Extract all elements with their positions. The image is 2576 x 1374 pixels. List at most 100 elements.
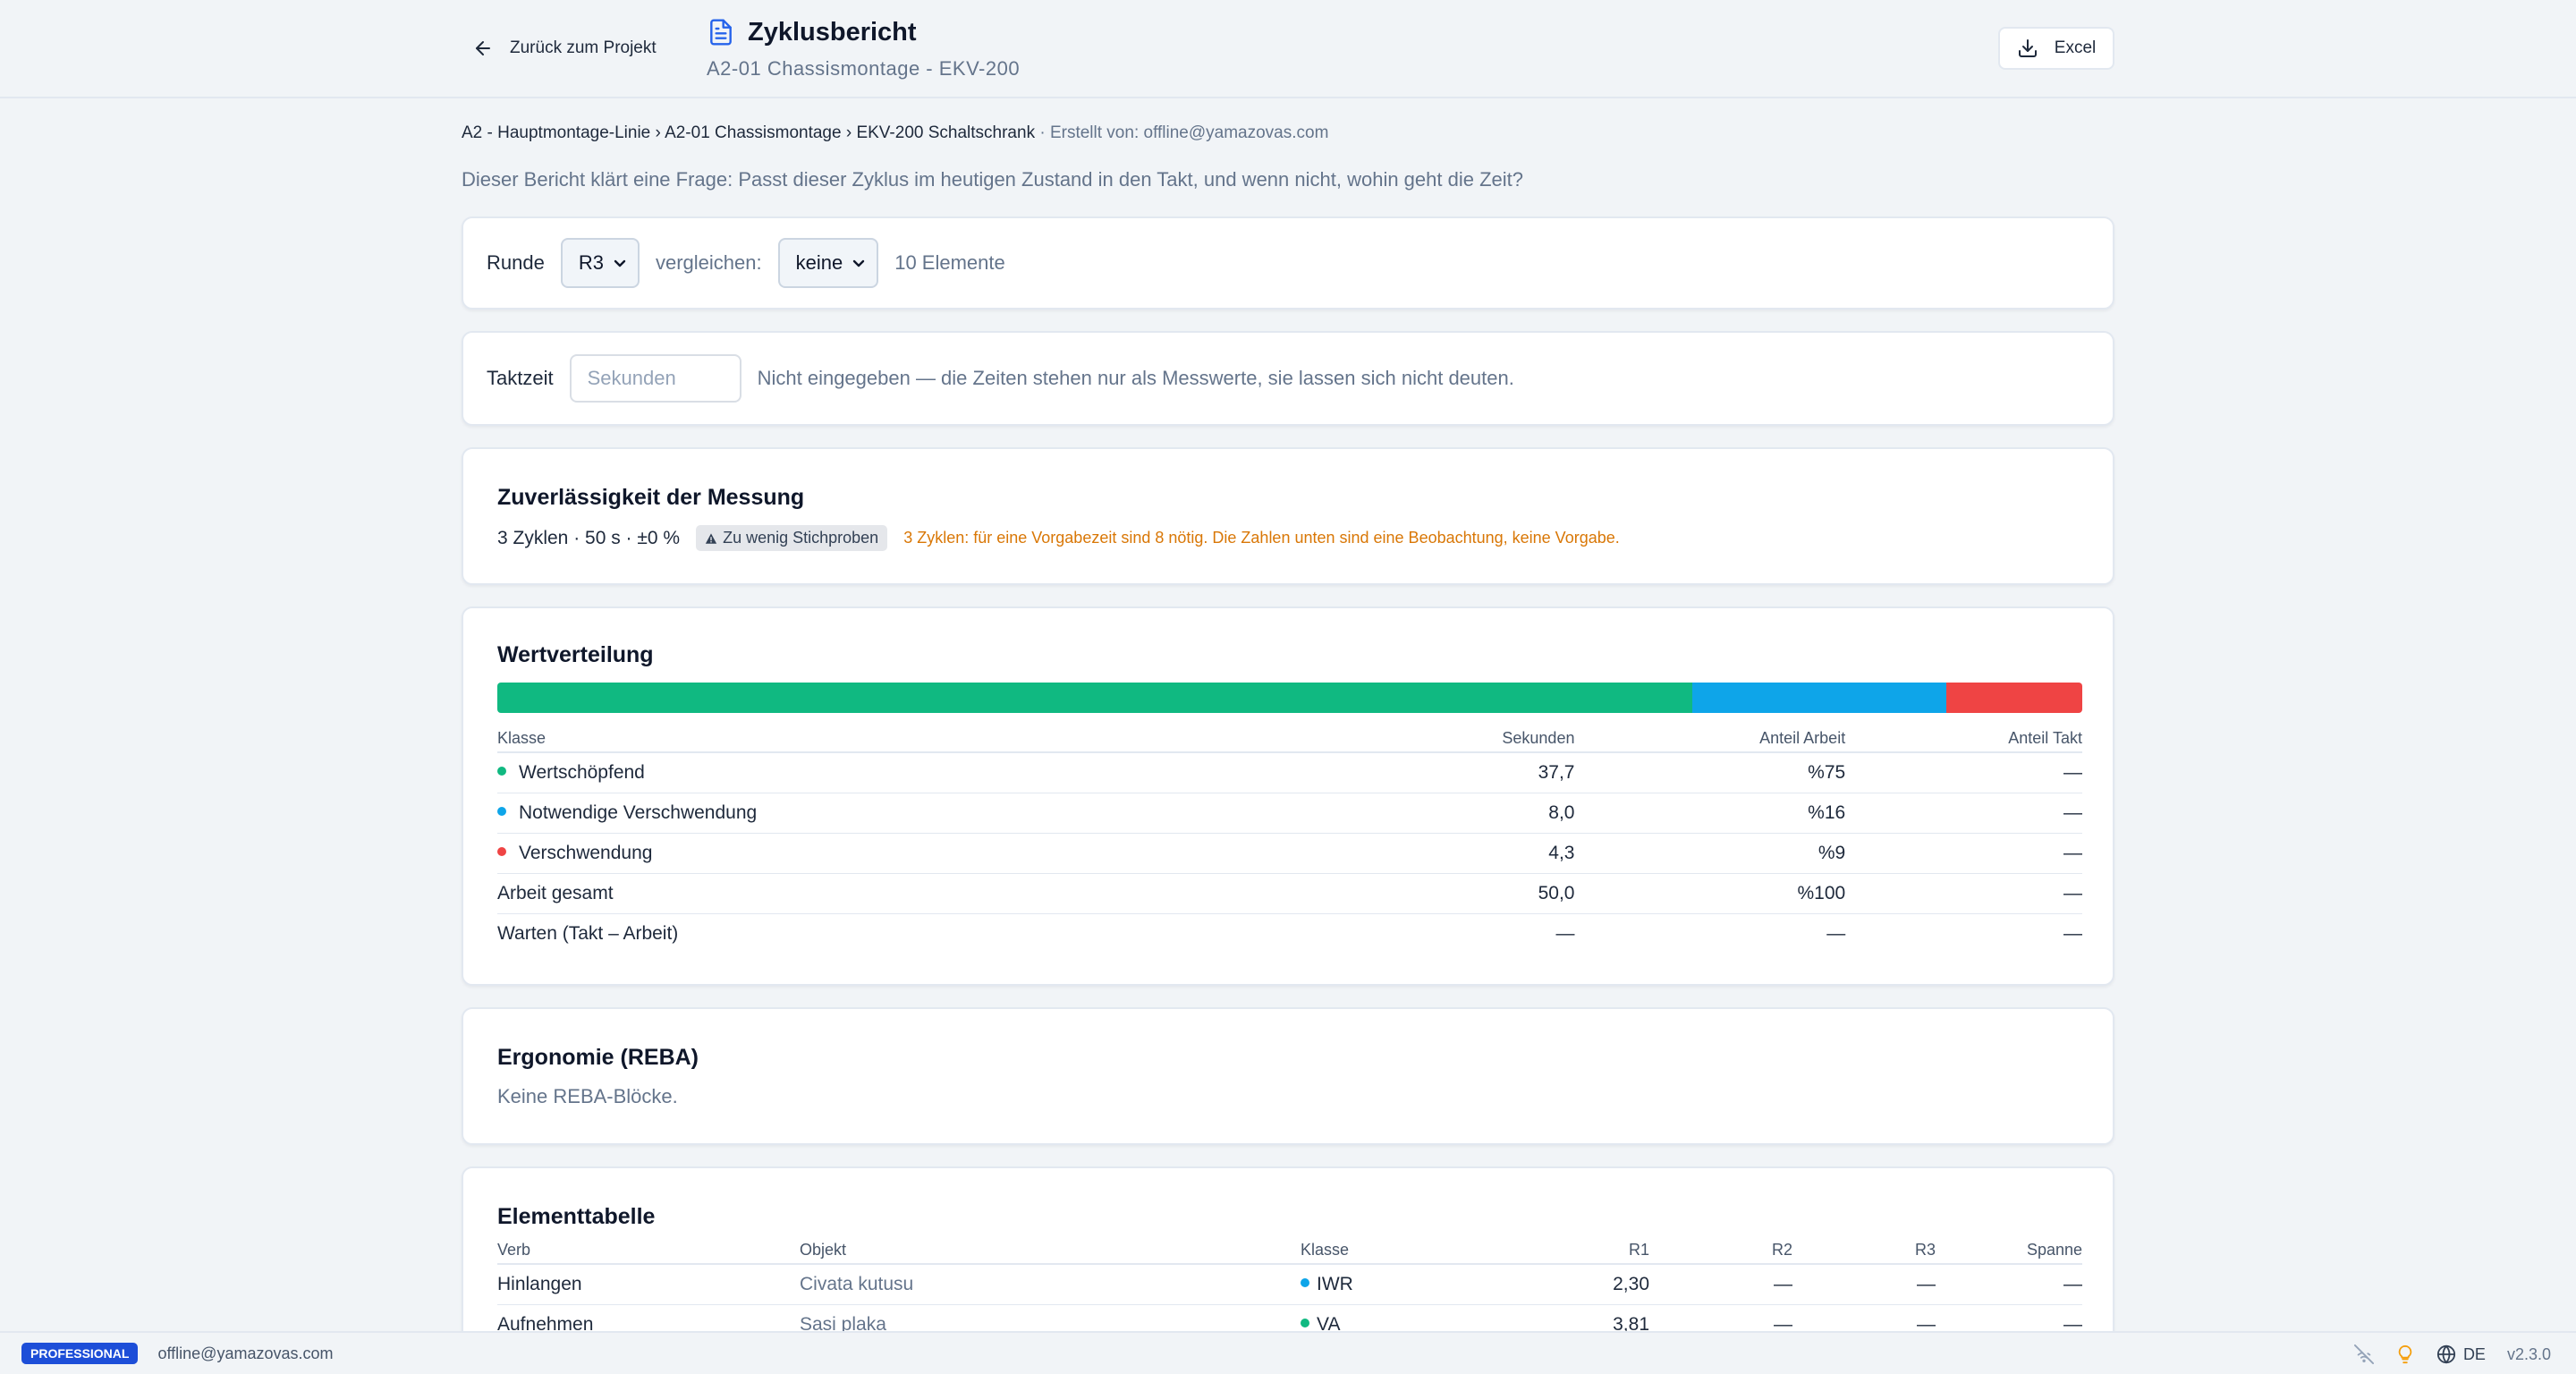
distribution-table: Klasse Sekunden Anteil Arbeit Anteil Tak…: [497, 729, 2082, 954]
sample-warning-badge: Zu wenig Stichproben: [696, 525, 888, 551]
cell-r1: 2,30: [1497, 1264, 1649, 1305]
language-label: DE: [2462, 1344, 2486, 1363]
distribution-row: Wertschöpfend 37,7 %75—: [497, 752, 2082, 793]
takt-card: Taktzeit Sekunden Nicht eingegeben — die…: [462, 331, 2114, 426]
col-class: Klasse: [497, 729, 1343, 753]
col-r2: R2: [1649, 1241, 1792, 1265]
class-dot: [497, 846, 506, 856]
report-intro: Dieser Bericht klärt eine Frage: Passt d…: [462, 168, 1523, 191]
row-takt-share: —: [1845, 833, 2082, 874]
row-work-share: %9: [1574, 833, 1846, 874]
compare-label: vergleichen:: [655, 251, 762, 274]
element-table-title: Elementtabelle: [497, 1204, 656, 1229]
row-takt-share: —: [1845, 873, 2082, 914]
round-select[interactable]: R3: [560, 238, 640, 288]
row-takt-share: —: [1845, 752, 2082, 793]
row-class: Verschwendung: [497, 833, 1343, 874]
element-table: Verb Objekt Klasse R1 R2 R3 Spanne Hinla…: [497, 1241, 2082, 1345]
distribution-card: Wertverteilung Klasse Sekunden Anteil Ar…: [462, 606, 2114, 986]
distribution-segment: [497, 683, 1693, 713]
row-work-share: %100: [1574, 873, 1846, 914]
col-object: Objekt: [800, 1241, 1301, 1265]
row-class: Warten (Takt – Arbeit): [497, 922, 679, 944]
breadcrumb-path[interactable]: A2 - Hauptmontage-Linie › A2-01 Chassism…: [462, 123, 1035, 142]
row-seconds: —: [1555, 922, 1575, 944]
excel-label: Excel: [2054, 38, 2097, 57]
row-seconds: 8,0: [1342, 793, 1575, 834]
col-verb: Verb: [497, 1241, 800, 1265]
ergonomics-card: Ergonomie (REBA) Keine REBA-Blöcke.: [462, 1007, 2114, 1145]
distribution-row: Arbeit gesamt 50,0 %100—: [497, 873, 2082, 914]
cell-class: IWR: [1301, 1264, 1497, 1305]
document-icon: [710, 19, 732, 46]
col-seconds: Sekunden: [1342, 729, 1575, 753]
round-label: Runde: [487, 251, 545, 274]
distribution-segment: [1692, 683, 1946, 713]
download-icon: [2018, 39, 2037, 57]
wifi-off-icon[interactable]: [2353, 1344, 2374, 1364]
title-block: Zyklusbericht A2-01 Chassismontage - EKV…: [707, 16, 1020, 81]
round-select-value: R3: [578, 251, 604, 274]
app-header: Zurück zum Projekt Zyklusbericht A2-01 C…: [0, 0, 2576, 98]
cell-object: Civata kutusu: [800, 1264, 1301, 1305]
distribution-row: Warten (Takt – Arbeit) — — —: [497, 913, 2082, 954]
status-footer: PROFESSIONAL offline@yamazovas.com DE v2…: [0, 1331, 2576, 1374]
element-count: 10 Elemente: [894, 251, 1005, 274]
sample-warning-label: Zu wenig Stichproben: [723, 529, 879, 547]
warning-icon: [705, 532, 717, 544]
footer-user: offline@yamazovas.com: [157, 1344, 334, 1362]
col-work-share: Anteil Arbeit: [1574, 729, 1846, 753]
compare-select[interactable]: keine: [777, 238, 879, 288]
row-work-share: %16: [1574, 793, 1846, 834]
col-r1: R1: [1497, 1241, 1649, 1265]
table-row[interactable]: Hinlangen Civata kutusu IWR 2,30— — —: [497, 1264, 2082, 1305]
excel-export-button[interactable]: Excel: [1998, 27, 2114, 70]
row-takt-share: —: [2063, 922, 2082, 944]
row-seconds: 37,7: [1342, 752, 1575, 793]
reliability-card: Zuverlässigkeit der Messung 3 Zyklen · 5…: [462, 447, 2114, 585]
takt-label: Taktzeit: [487, 367, 554, 389]
distribution-row: Notwendige Verschwendung 8,0 %16—: [497, 793, 2082, 834]
takt-input[interactable]: Sekunden: [569, 354, 741, 403]
round-card: Runde R3 vergleichen: keine 10 Elemente: [462, 216, 2114, 310]
class-dot: [497, 767, 506, 776]
cell-verb: Hinlangen: [497, 1264, 800, 1305]
row-work-share: %75: [1574, 752, 1846, 793]
takt-note: Nicht eingegeben — die Zeiten stehen nur…: [757, 367, 1514, 389]
reliability-warning: 3 Zyklen: für eine Vorgabezeit sind 8 nö…: [903, 529, 1620, 547]
cell-r3: —: [1792, 1264, 1936, 1305]
footer-right: DE v2.3.0: [2353, 1333, 2551, 1374]
arrow-left-icon: [476, 41, 490, 55]
class-dot: [1301, 1318, 1309, 1327]
takt-input-placeholder: Sekunden: [587, 367, 676, 389]
page-subtitle: A2-01 Chassismontage - EKV-200: [707, 57, 1021, 80]
plan-badge: PROFESSIONAL: [21, 1343, 139, 1364]
breadcrumb: A2 - Hauptmontage-Linie › A2-01 Chassism…: [462, 123, 1328, 143]
col-span: Spanne: [1936, 1241, 2082, 1265]
lightbulb-icon[interactable]: [2395, 1344, 2415, 1364]
language-switcher[interactable]: DE: [2436, 1344, 2486, 1364]
row-takt-share: —: [1845, 793, 2082, 834]
cell-span: —: [1936, 1264, 2082, 1305]
row-work-share: —: [1826, 922, 1846, 944]
back-to-project-button[interactable]: Zurück zum Projekt: [472, 30, 657, 66]
row-seconds: 4,3: [1342, 833, 1575, 874]
page-title: Zyklusbericht: [748, 17, 917, 47]
distribution-bar: [497, 683, 2082, 713]
compare-select-value: keine: [795, 251, 843, 274]
col-class: Klasse: [1301, 1241, 1497, 1265]
chevron-down-icon: [614, 259, 626, 267]
distribution-segment: [1945, 683, 2082, 713]
row-class: Wertschöpfend: [497, 752, 1343, 793]
reliability-title: Zuverlässigkeit der Messung: [497, 485, 805, 510]
ergonomics-text: Keine REBA-Blöcke.: [497, 1085, 678, 1107]
chevron-down-icon: [853, 259, 865, 267]
ergonomics-title: Ergonomie (REBA): [497, 1045, 699, 1070]
breadcrumb-creator: · Erstellt von: offline@yamazovas.com: [1035, 123, 1329, 142]
cell-r2: —: [1649, 1264, 1792, 1305]
class-dot: [1301, 1278, 1309, 1288]
globe-icon: [2436, 1344, 2456, 1364]
app-version: v2.3.0: [2506, 1344, 2551, 1363]
distribution-title: Wertverteilung: [497, 642, 654, 667]
col-takt-share: Anteil Takt: [1845, 729, 2082, 753]
